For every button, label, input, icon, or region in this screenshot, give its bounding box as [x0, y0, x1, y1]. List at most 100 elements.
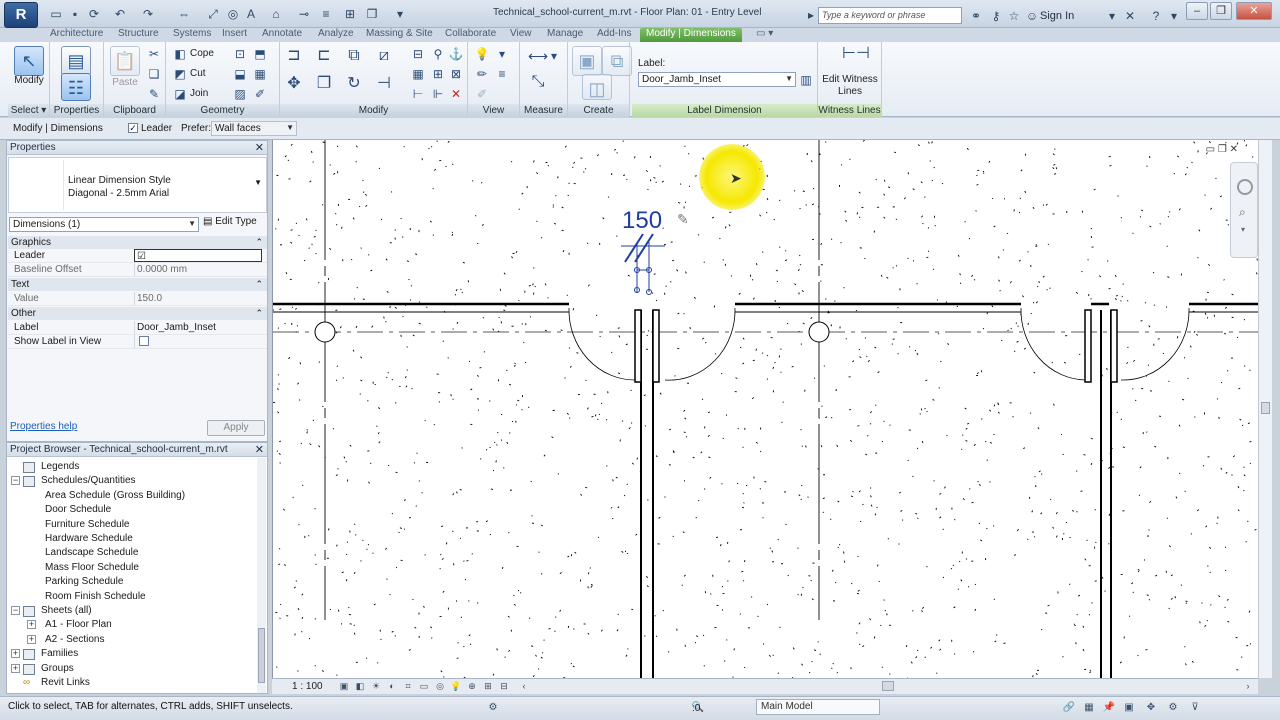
drawing-canvas[interactable]: 150 ✎ ▭ ❐ ✕ ⌕ ▾: [272, 140, 1258, 678]
worksharing-icon[interactable]: ⊕: [466, 681, 478, 692]
browser-tree-item[interactable]: Parking Schedule: [7, 575, 257, 589]
browser-tree-item[interactable]: + A2 - Sections: [7, 633, 257, 647]
copy-element-icon[interactable]: ❐: [316, 76, 332, 92]
search-input[interactable]: Type a keyword or phrase: [818, 7, 962, 24]
aligned-dimension-icon[interactable]: ⤢: [205, 6, 221, 22]
3d-view-icon[interactable]: ⌂: [268, 6, 284, 22]
cope-button[interactable]: Cope: [190, 48, 214, 59]
redo-icon[interactable]: ↷: [140, 6, 156, 22]
expand-icon[interactable]: +: [27, 620, 36, 630]
property-value[interactable]: [134, 335, 262, 348]
minimize-button[interactable]: –: [1186, 2, 1208, 20]
worksets-icon[interactable]: ⚙: [486, 701, 500, 714]
highlight-displacement-icon[interactable]: ⊟: [498, 681, 510, 692]
prefer-dropdown[interactable]: Wall faces ▼: [211, 121, 297, 136]
linework-icon[interactable]: ≡: [494, 66, 510, 82]
paste-icon[interactable]: 📋: [110, 46, 140, 76]
dimension-value-text[interactable]: 150: [622, 207, 662, 234]
trim-extend-icon[interactable]: ⊣: [376, 76, 392, 92]
open-icon[interactable]: ▭: [48, 6, 64, 22]
paste-button-label[interactable]: Paste: [110, 77, 140, 88]
floor-plan-drawing[interactable]: 150 ✎: [273, 140, 1258, 678]
remove-paint-icon[interactable]: ✐: [252, 86, 268, 102]
browser-tree-item[interactable]: Landscape Schedule: [7, 546, 257, 560]
leader-value-checkbox[interactable]: ☑: [134, 249, 262, 262]
sun-path-icon[interactable]: ☀: [370, 681, 382, 692]
tab-collaborate[interactable]: Collaborate: [445, 28, 496, 42]
customize-qat-icon[interactable]: ▾: [392, 6, 408, 22]
browser-tree-item[interactable]: Furniture Schedule: [7, 518, 257, 532]
collapse-icon[interactable]: −: [11, 476, 20, 486]
property-value[interactable]: Door_Jamb_Inset: [134, 321, 262, 334]
detail-level-icon[interactable]: ▣: [338, 681, 350, 692]
mirror-pick-axis-icon[interactable]: ⧉: [346, 48, 362, 64]
group-text[interactable]: Text ⌃: [8, 278, 267, 291]
type-properties-icon[interactable]: ▤: [61, 46, 91, 76]
design-options-dropdown[interactable]: Main Model: [756, 699, 880, 715]
property-value[interactable]: 150.0: [134, 292, 262, 305]
tab-systems[interactable]: Systems: [173, 28, 211, 42]
mirror-draw-axis-icon[interactable]: ⧄: [376, 48, 392, 64]
browser-tree-item[interactable]: + Families: [7, 647, 257, 661]
browser-tree-item[interactable]: Door Schedule: [7, 503, 257, 517]
view-dropdown-icon[interactable]: ▾: [494, 46, 510, 62]
section-icon[interactable]: ⊸: [296, 6, 312, 22]
chevron-down-icon[interactable]: ▼: [254, 178, 262, 187]
drag-elements-icon[interactable]: ✥: [1144, 701, 1158, 714]
select-underlay-icon[interactable]: ▦: [1082, 701, 1096, 714]
cut-geometry-icon[interactable]: ◩: [172, 66, 188, 82]
array-icon[interactable]: ▦: [410, 66, 426, 82]
delete-icon[interactable]: ✕: [448, 86, 464, 102]
trim-single-icon[interactable]: ⊠: [448, 66, 464, 82]
create-group-icon[interactable]: ⧉: [602, 46, 632, 76]
demolish-icon[interactable]: ▦: [252, 66, 268, 82]
edit-witness-lines-icon[interactable]: ⊢⊣: [842, 46, 870, 62]
navigation-bar[interactable]: ⌕ ▾: [1230, 162, 1258, 258]
close-button[interactable]: ✕: [1236, 2, 1272, 20]
group-other[interactable]: Other ⌃: [8, 307, 267, 320]
browser-tree-item[interactable]: Hardware Schedule: [7, 532, 257, 546]
wall-joins-icon[interactable]: ⊡: [232, 46, 248, 62]
join-icon[interactable]: ◪: [172, 86, 188, 102]
browser-tree-item[interactable]: + Groups: [7, 662, 257, 676]
measure-between-icon[interactable]: ⟷: [528, 48, 548, 64]
match-type-icon[interactable]: ✎: [146, 86, 162, 102]
chevron-right-icon[interactable]: ›: [1242, 681, 1254, 692]
close-icon[interactable]: ✕: [255, 443, 264, 457]
tab-architecture[interactable]: Architecture: [50, 28, 103, 42]
select-pinned-icon[interactable]: 📌: [1102, 701, 1116, 714]
move-icon[interactable]: ✥: [286, 76, 302, 92]
label-dropdown[interactable]: Door_Jamb_Inset ▼: [638, 72, 796, 87]
expand-icon[interactable]: +: [11, 649, 20, 659]
browser-tree-item[interactable]: Room Finish Schedule: [7, 590, 257, 604]
cut-button[interactable]: Cut: [190, 68, 206, 79]
view-scale[interactable]: 1 : 100: [292, 681, 323, 692]
tab-add-ins[interactable]: Add-Ins: [597, 28, 631, 42]
select-links-icon[interactable]: 🔗: [1062, 701, 1076, 714]
browser-tree-item[interactable]: Area Schedule (Gross Building): [7, 489, 257, 503]
tab-insert[interactable]: Insert: [222, 28, 247, 42]
create-assembly-icon[interactable]: ◫: [582, 74, 612, 100]
temporary-hide-icon[interactable]: ◎: [434, 681, 446, 692]
join-roof-icon[interactable]: ▨: [232, 86, 248, 102]
subscription-icon[interactable]: ⚷: [988, 8, 1004, 24]
close-icon[interactable]: ✕: [255, 141, 264, 155]
browser-tree-item[interactable]: Legends: [7, 460, 257, 474]
hide-in-view-icon[interactable]: 💡: [474, 46, 490, 62]
filter-icon[interactable]: ⊽: [1188, 701, 1202, 714]
help-dropdown-icon[interactable]: ▾: [1166, 8, 1182, 24]
tab-view[interactable]: View: [510, 28, 532, 42]
tab-analyze[interactable]: Analyze: [318, 28, 354, 42]
show-label-checkbox[interactable]: [139, 336, 149, 347]
unpin-icon[interactable]: ⚓: [448, 46, 464, 62]
split-element-icon[interactable]: ⊟: [410, 46, 426, 62]
sign-in-button[interactable]: Sign In: [1040, 10, 1074, 22]
browser-scrollbar[interactable]: [257, 458, 266, 693]
exchange-icon[interactable]: ✕: [1122, 8, 1138, 24]
user-icon[interactable]: ☺: [1024, 8, 1040, 24]
show-crop-icon[interactable]: ▭: [418, 681, 430, 692]
browser-tree-item[interactable]: Mass Floor Schedule: [7, 561, 257, 575]
visual-style-icon[interactable]: ◧: [354, 681, 366, 692]
analytical-model-icon[interactable]: ⊞: [482, 681, 494, 692]
split-gap-icon[interactable]: ⊢: [410, 86, 426, 102]
